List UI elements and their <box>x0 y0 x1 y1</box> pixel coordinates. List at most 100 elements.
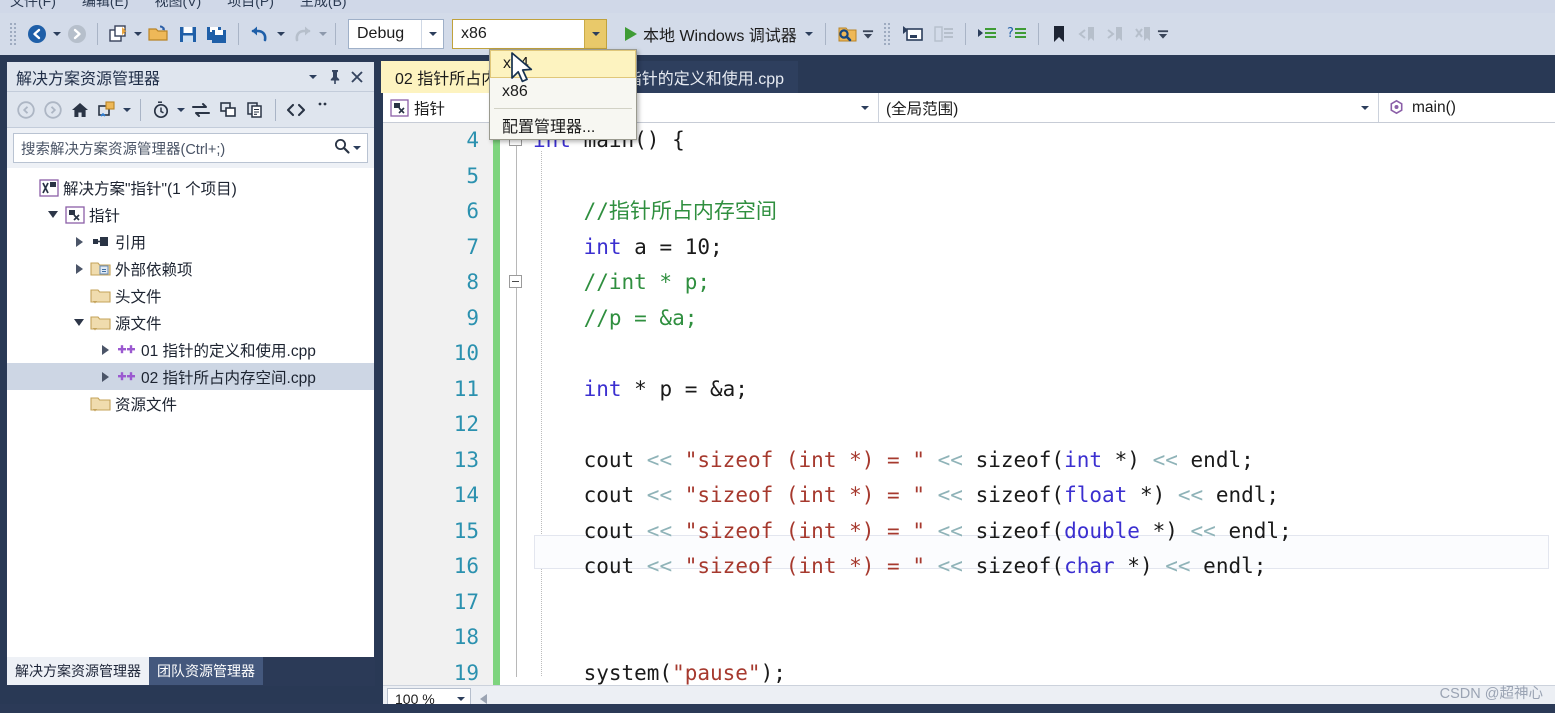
collapse-all-icon[interactable] <box>215 97 241 123</box>
navbar-member-value: main() <box>1412 98 1456 116</box>
tree-expander-icon[interactable] <box>43 211 63 218</box>
redo-icon[interactable] <box>287 19 317 49</box>
tree-expander-icon[interactable] <box>69 236 89 247</box>
code-line[interactable]: 12 <box>383 407 1555 443</box>
pin-icon[interactable] <box>324 66 346 88</box>
tree-node-label: 外部依赖项 <box>115 261 193 279</box>
code-line[interactable]: 17 <box>383 585 1555 621</box>
chevron-down-icon[interactable] <box>584 20 606 48</box>
tree-node-8[interactable]: 资源文件 <box>7 390 374 417</box>
menu-item-1[interactable]: 编辑(E) <box>82 0 129 11</box>
menu-items[interactable]: 文件(F) 编辑(E) 视图(V) 项目(P) 生成(B) <box>10 0 347 11</box>
toolbar-overflow-icon[interactable] <box>862 19 874 49</box>
code-line[interactable]: 18 <box>383 620 1555 656</box>
previous-bookmark-icon[interactable] <box>1073 19 1101 49</box>
filter-dropdown-icon[interactable] <box>175 95 187 125</box>
solution-explorer-tree[interactable]: 解决方案"指针"(1 个项目) 指针 引用外部依赖项头文件 源文件 01 指针的定义和使… <box>7 168 374 657</box>
tree-expander-icon[interactable] <box>95 344 115 355</box>
tree-node-0[interactable]: 解决方案"指针"(1 个项目) <box>7 174 374 201</box>
code-line[interactable]: 6 //指针所占内存空间 <box>383 194 1555 230</box>
chevron-down-icon[interactable] <box>856 105 874 110</box>
tree-node-3[interactable]: 外部依赖项 <box>7 255 374 282</box>
solution-explorer-search-box[interactable]: 搜索解决方案资源管理器(Ctrl+;) <box>13 133 368 163</box>
back-icon[interactable] <box>13 97 39 123</box>
chevron-down-icon[interactable] <box>302 66 324 88</box>
menu-item-3[interactable]: 项目(P) <box>227 0 274 11</box>
tree-node-2[interactable]: 引用 <box>7 228 374 255</box>
sync-dropdown-icon[interactable] <box>121 95 133 125</box>
solution-panel-tab-0[interactable]: 解决方案资源管理器 <box>7 657 149 685</box>
show-all-files-icon[interactable] <box>283 97 309 123</box>
start-debugging-dropdown[interactable] <box>803 19 815 49</box>
navigate-back-dropdown[interactable] <box>51 19 63 49</box>
menu-item-0[interactable]: 文件(F) <box>10 0 56 11</box>
toolbar-overflow-icon-2[interactable] <box>1157 19 1169 49</box>
solution-panel-tab-1[interactable]: 团队资源管理器 <box>149 657 263 685</box>
close-icon[interactable] <box>346 66 368 88</box>
open-file-icon[interactable] <box>144 19 174 49</box>
window-icon[interactable] <box>897 19 929 49</box>
navigate-forward-icon[interactable] <box>63 19 91 49</box>
menu-item-2[interactable]: 视图(V) <box>155 0 202 11</box>
redo-dropdown[interactable] <box>317 19 329 49</box>
menu-item-4[interactable]: 生成(B) <box>300 0 347 11</box>
code-line[interactable]: 19 system("pause"); <box>383 656 1555 686</box>
toolbar-grip-2[interactable] <box>881 21 892 47</box>
tree-node-4[interactable]: 头文件 <box>7 282 374 309</box>
code-line[interactable]: 14 cout << "sizeof (int *) = " << sizeof… <box>383 478 1555 514</box>
save-all-icon[interactable] <box>202 19 232 49</box>
refresh-icon[interactable] <box>188 97 214 123</box>
save-icon[interactable] <box>174 19 202 49</box>
compare-icon[interactable] <box>929 19 959 49</box>
solution-explorer-bottom-tabs[interactable]: 解决方案资源管理器 团队资源管理器 <box>7 657 374 685</box>
code-line[interactable]: 11 int * p = &a; <box>383 372 1555 408</box>
start-debugging-button[interactable]: 本地 Windows 调试器 <box>617 19 819 49</box>
tree-expander-icon[interactable] <box>69 319 89 326</box>
code-line[interactable]: 8 //int * p; <box>383 265 1555 301</box>
search-options-dropdown[interactable] <box>351 133 363 163</box>
forward-icon[interactable] <box>40 97 66 123</box>
tree-expander-icon[interactable] <box>95 371 115 382</box>
code-line[interactable]: 13 cout << "sizeof (int *) = " << sizeof… <box>383 443 1555 479</box>
navigate-back-icon[interactable] <box>23 19 51 49</box>
new-project-dropdown[interactable] <box>132 19 144 49</box>
undo-dropdown[interactable] <box>275 19 287 49</box>
tree-node-7[interactable]: 02 指针所占内存空间.cpp <box>7 363 374 390</box>
platform-option-2[interactable]: 配置管理器... <box>490 111 636 139</box>
solution-configuration-combo[interactable]: Debug <box>348 19 444 49</box>
home-icon[interactable] <box>67 97 93 123</box>
increase-indent-icon[interactable] <box>972 19 1002 49</box>
search-icon[interactable] <box>333 137 351 160</box>
tree-node-5[interactable]: 源文件 <box>7 309 374 336</box>
code-editor-surface[interactable]: 4 int main() {5 6 //指针所占内存空间 7 int a = 10; 8… <box>383 123 1555 685</box>
navbar-scope-dropdown[interactable]: (全局范围) <box>879 93 1379 122</box>
tree-node-6[interactable]: 01 指针的定义和使用.cpp <box>7 336 374 363</box>
code-lines[interactable]: 4 int main() {5 6 //指针所占内存空间 7 int a = 10; 8… <box>383 123 1555 685</box>
find-in-files-icon[interactable] <box>832 19 862 49</box>
overflow-icon[interactable] <box>310 97 336 123</box>
solution-platform-combo[interactable]: x86 <box>452 19 607 49</box>
code-line[interactable]: 7 int a = 10; <box>383 230 1555 266</box>
new-project-icon[interactable] <box>104 19 132 49</box>
code-line[interactable]: 16 cout << "sizeof (int *) = " << sizeof… <box>383 549 1555 585</box>
tree-expander-icon[interactable] <box>69 263 89 274</box>
navbar-member-dropdown[interactable]: main() <box>1379 93 1555 122</box>
comment-icon[interactable]: ? <box>1002 19 1032 49</box>
window-bottom-strip <box>0 704 1555 713</box>
properties-icon[interactable] <box>242 97 268 123</box>
chevron-down-icon[interactable] <box>421 20 443 48</box>
toolbar-grip[interactable] <box>8 21 18 47</box>
code-line[interactable]: 15 cout << "sizeof (int *) = " << sizeof… <box>383 514 1555 550</box>
pending-changes-filter-icon[interactable] <box>148 97 174 123</box>
horizontal-scroll-left-arrow[interactable] <box>480 693 487 704</box>
sync-with-active-document-icon[interactable] <box>94 97 120 123</box>
code-line[interactable]: 5 <box>383 159 1555 195</box>
undo-icon[interactable] <box>245 19 275 49</box>
tree-node-1[interactable]: 指针 <box>7 201 374 228</box>
clear-bookmarks-icon[interactable] <box>1129 19 1157 49</box>
bookmark-icon[interactable] <box>1045 19 1073 49</box>
next-bookmark-icon[interactable] <box>1101 19 1129 49</box>
code-line[interactable]: 10 <box>383 336 1555 372</box>
code-line[interactable]: 9 //p = &a; <box>383 301 1555 337</box>
chevron-down-icon[interactable] <box>1356 105 1374 110</box>
